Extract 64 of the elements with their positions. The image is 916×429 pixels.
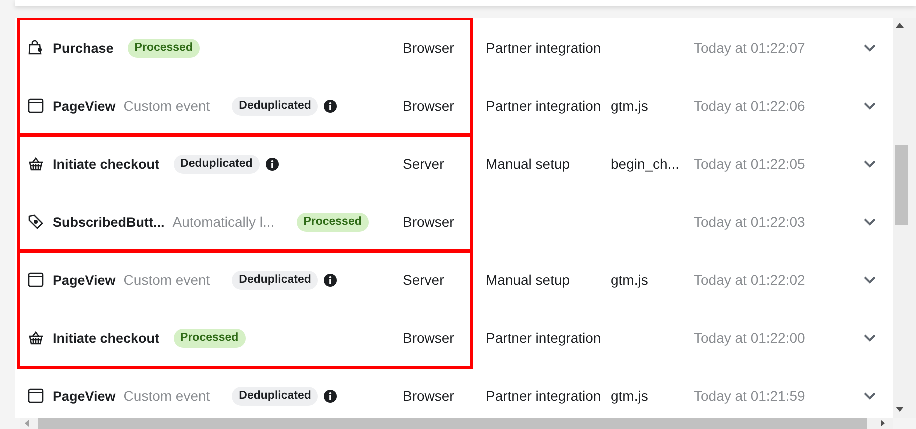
event-name: SubscribedButt... [53, 214, 165, 230]
event-name: PageView [53, 272, 116, 288]
chevron-down-icon[interactable] [864, 160, 876, 168]
event-type: Automatically l... [172, 214, 275, 230]
source-label: Browser [403, 98, 456, 114]
info-icon[interactable] [324, 100, 338, 112]
chevron-down-icon[interactable] [864, 44, 876, 52]
basket-icon [28, 156, 44, 172]
status-badge: Deduplicated [232, 270, 318, 290]
integration-label: Partner integration [486, 40, 602, 56]
source-label: Browser [403, 330, 456, 346]
browser-window-icon [28, 272, 44, 288]
event-time: Today at 01:21:59 [694, 388, 806, 404]
event-name: Initiate checkout [53, 330, 160, 346]
info-icon[interactable] [324, 390, 338, 402]
source-label: Browser [403, 40, 456, 56]
event-time: Today at 01:22:05 [694, 156, 806, 172]
event-type: Custom event [124, 272, 210, 288]
event-name: PageView [53, 98, 116, 114]
status-badge: Processed [128, 38, 200, 58]
scroll-down-icon[interactable] [896, 407, 904, 412]
event-time: Today at 01:22:06 [694, 98, 806, 114]
chevron-down-icon[interactable] [864, 276, 876, 284]
event-time: Today at 01:22:03 [694, 214, 806, 230]
basket-icon [28, 330, 44, 346]
integration-label: Manual setup [486, 272, 572, 288]
event-time: Today at 01:22:02 [694, 272, 806, 288]
source-label: Browser [403, 388, 456, 404]
integration-label: Partner integration [486, 388, 602, 404]
event-parameter: gtm.js [611, 98, 650, 114]
status-badge: Deduplicated [232, 96, 318, 116]
event-type: Custom event [124, 388, 210, 404]
integration-label: Partner integration [486, 98, 602, 114]
browser-window-icon [28, 98, 44, 114]
browser-window-icon [28, 388, 44, 404]
event-parameter: begin_ch... [611, 156, 680, 172]
shopping-bag-icon [28, 40, 44, 56]
event-name: Initiate checkout [53, 156, 160, 172]
tag-icon [28, 214, 44, 230]
event-parameter: gtm.js [611, 388, 650, 404]
status-badge: Processed [174, 328, 246, 348]
scrollbar-thumb[interactable] [895, 145, 908, 225]
chevron-down-icon[interactable] [864, 218, 876, 226]
status-badge: Processed [296, 212, 369, 232]
integration-label: Manual setup [486, 156, 572, 172]
event-time: Today at 01:22:07 [694, 40, 806, 56]
info-icon[interactable] [266, 158, 279, 170]
status-badge: Deduplicated [232, 386, 318, 406]
source-label: Server [403, 156, 446, 172]
scroll-right-icon[interactable] [881, 420, 885, 427]
chevron-down-icon[interactable] [864, 334, 876, 342]
event-type: Custom event [124, 98, 210, 114]
event-parameter: gtm.js [611, 272, 650, 288]
scroll-up-icon[interactable] [896, 23, 904, 28]
event-name: Purchase [53, 40, 114, 56]
source-label: Browser [403, 214, 456, 230]
chevron-down-icon[interactable] [864, 102, 876, 110]
info-icon[interactable] [324, 274, 338, 286]
event-name: PageView [53, 388, 116, 404]
status-badge: Deduplicated [174, 154, 260, 174]
event-time: Today at 01:22:00 [694, 330, 806, 346]
integration-label: Partner integration [486, 330, 602, 346]
source-label: Server [403, 272, 446, 288]
chevron-down-icon[interactable] [864, 392, 876, 400]
